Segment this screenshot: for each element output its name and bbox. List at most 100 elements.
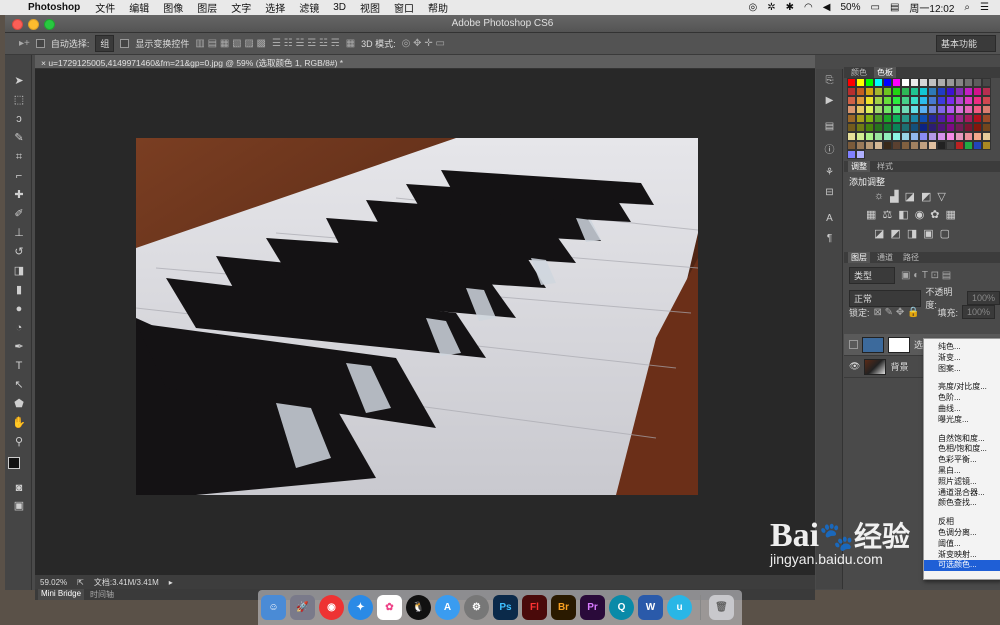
vibrance-icon[interactable]: ▽: [937, 190, 945, 203]
foreground-color-swatch[interactable]: [8, 457, 20, 469]
color-swatch[interactable]: [901, 96, 910, 105]
quicktime-icon[interactable]: Q: [609, 595, 634, 620]
color-swatch[interactable]: [874, 105, 883, 114]
clock[interactable]: 周一12:02: [904, 0, 959, 15]
curves-icon[interactable]: ◪: [905, 190, 915, 203]
color-swatch[interactable]: [865, 105, 874, 114]
menu-item[interactable]: 色调分离...: [924, 528, 1000, 539]
color-swatch[interactable]: [883, 123, 892, 132]
color-swatch[interactable]: [910, 105, 919, 114]
color-swatch[interactable]: [919, 114, 928, 123]
color-swatch[interactable]: [982, 132, 991, 141]
color-swatch[interactable]: [937, 123, 946, 132]
pinwheel-icon[interactable]: ✲: [762, 2, 780, 13]
color-swatch[interactable]: [910, 132, 919, 141]
gradient-tool-icon[interactable]: ▮: [10, 282, 28, 298]
color-swatch[interactable]: [919, 123, 928, 132]
menu-item[interactable]: 曲线...: [924, 404, 1000, 415]
color-swatch[interactable]: [919, 141, 928, 150]
tab-color[interactable]: 颜色: [848, 67, 870, 78]
color-swatch[interactable]: [847, 96, 856, 105]
color-swatch[interactable]: [919, 87, 928, 96]
wifi-icon[interactable]: ◠: [799, 2, 818, 13]
color-swatch[interactable]: [910, 96, 919, 105]
posterize-icon[interactable]: ◩: [890, 227, 900, 240]
color-swatch[interactable]: [982, 123, 991, 132]
tab-channels[interactable]: 通道: [874, 252, 896, 263]
eyedropper-icon[interactable]: ⌐: [10, 168, 28, 184]
color-swatch[interactable]: [910, 78, 919, 87]
color-swatch[interactable]: [982, 87, 991, 96]
menu-item[interactable]: 黑白...: [924, 466, 1000, 477]
color-swatch[interactable]: [946, 105, 955, 114]
menu-item[interactable]: 图案...: [924, 364, 1000, 375]
brush-tool-icon[interactable]: ✐: [10, 206, 28, 222]
align-icons[interactable]: ▥ ▤ ▦ ▧ ▨ ▩: [195, 38, 266, 49]
color-swatch[interactable]: [928, 114, 937, 123]
menu-view[interactable]: 视图: [353, 0, 387, 15]
color-swatch[interactable]: [955, 78, 964, 87]
color-swatch[interactable]: [856, 123, 865, 132]
app-menu[interactable]: Photoshop: [26, 2, 88, 13]
ui-app-icon[interactable]: u: [667, 595, 692, 620]
photo-filter-icon[interactable]: ◉: [915, 208, 925, 221]
color-swatch[interactable]: [874, 114, 883, 123]
color-swatch[interactable]: [928, 141, 937, 150]
auto-select-checkbox[interactable]: [35, 39, 45, 48]
fill-input[interactable]: 100%: [961, 305, 995, 319]
menu-type[interactable]: 文字: [224, 0, 258, 15]
color-swatch[interactable]: [964, 141, 973, 150]
eraser-icon[interactable]: ◨: [10, 263, 28, 279]
crop-tool-icon[interactable]: ⌗: [10, 149, 28, 165]
color-swatch[interactable]: [973, 78, 982, 87]
layer-filter-dropdown[interactable]: 类型: [849, 267, 895, 284]
color-swatch[interactable]: [892, 105, 901, 114]
color-swatch[interactable]: [928, 123, 937, 132]
color-swatch[interactable]: [847, 132, 856, 141]
color-swatch[interactable]: [937, 87, 946, 96]
healing-brush-icon[interactable]: ✚: [10, 187, 28, 203]
move-tool-icon[interactable]: ➤: [10, 73, 28, 89]
color-swatch[interactable]: [910, 123, 919, 132]
notification-icon[interactable]: ☰: [975, 2, 994, 13]
history-panel-icon[interactable]: ⎘: [822, 75, 837, 89]
tab-mini-bridge[interactable]: Mini Bridge: [38, 589, 85, 600]
selective-color-icon[interactable]: ▢: [940, 227, 950, 240]
color-swatch[interactable]: [955, 132, 964, 141]
layer-comps-icon[interactable]: ▤: [822, 121, 837, 135]
color-swatch[interactable]: [973, 141, 982, 150]
exposure-icon[interactable]: ◩: [921, 190, 931, 203]
color-swatch[interactable]: [946, 141, 955, 150]
color-swatch[interactable]: [964, 96, 973, 105]
color-swatch[interactable]: [937, 105, 946, 114]
document-tab[interactable]: × u=1729125005,4149971460&fm=21&gp=0.jpg…: [35, 55, 815, 69]
swatch-grid[interactable]: [847, 78, 997, 159]
color-swatch[interactable]: [946, 96, 955, 105]
threshold-icon[interactable]: ◨: [907, 227, 917, 240]
pen-tool-icon[interactable]: ✒: [10, 339, 28, 355]
color-swatch[interactable]: [865, 132, 874, 141]
color-swatch[interactable]: [901, 114, 910, 123]
black-white-icon[interactable]: ◧: [898, 208, 908, 221]
color-swatch[interactable]: [847, 150, 856, 159]
menu-item[interactable]: 亮度/对比度...: [924, 382, 1000, 393]
color-swatch[interactable]: [865, 87, 874, 96]
color-swatch[interactable]: [964, 114, 973, 123]
color-swatch[interactable]: [847, 114, 856, 123]
color-swatch[interactable]: [928, 132, 937, 141]
path-select-icon[interactable]: ↖: [10, 377, 28, 393]
color-swatch[interactable]: [892, 141, 901, 150]
volume-icon[interactable]: ◀: [818, 2, 836, 13]
menu-item[interactable]: 曝光度...: [924, 415, 1000, 426]
menu-item[interactable]: 纯色...: [924, 342, 1000, 353]
color-swatch[interactable]: [946, 87, 955, 96]
menu-item[interactable]: 色相/饱和度...: [924, 444, 1000, 455]
color-swatch[interactable]: [973, 105, 982, 114]
qq-icon[interactable]: 🐧: [406, 595, 431, 620]
lasso-tool-icon[interactable]: ↄ: [10, 111, 28, 127]
color-swatch[interactable]: [865, 114, 874, 123]
search-icon[interactable]: ⌕: [959, 2, 975, 13]
color-swatch[interactable]: [856, 132, 865, 141]
color-swatch[interactable]: [919, 78, 928, 87]
color-swatch[interactable]: [964, 78, 973, 87]
